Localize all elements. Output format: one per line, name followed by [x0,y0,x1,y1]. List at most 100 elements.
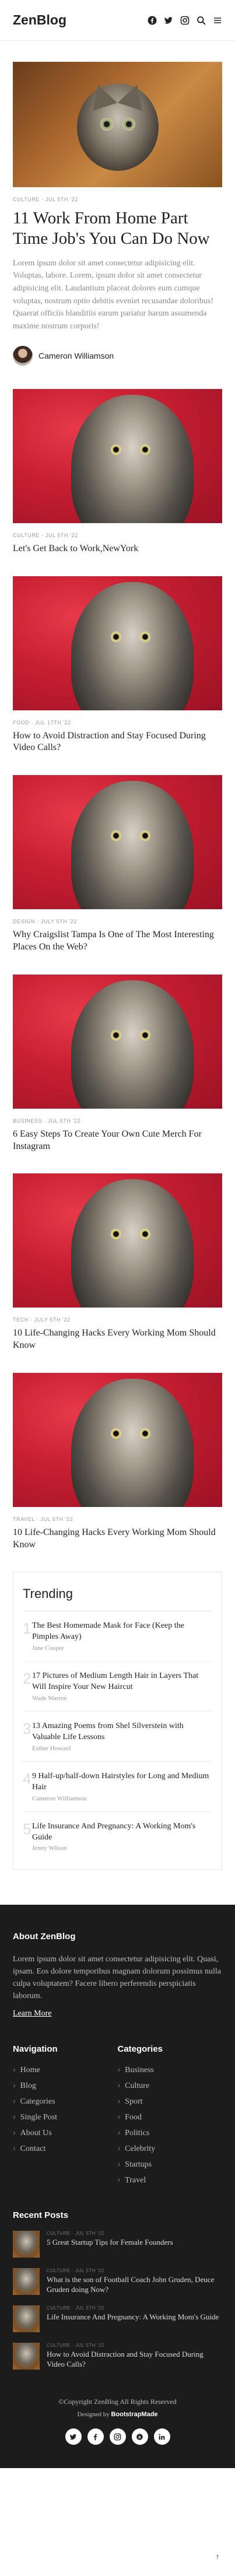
categories-heading: Categories [117,2044,163,2055]
recent-post-title[interactable]: How to Avoid Distraction and Stay Focuse… [47,2350,222,2370]
back-to-top-button[interactable]: ↑ [210,2549,225,2564]
twitter-icon[interactable] [164,16,173,25]
footer-nav-item[interactable]: › Blog [13,2080,118,2091]
cat-eye-left [111,1029,121,1040]
cat-photo [71,980,194,1109]
footer-nav-label: Single Post [20,2113,58,2122]
cat-photo [71,781,194,910]
post-card: FOOD · JUL 17TH '22 How to Avoid Distrac… [0,576,235,755]
post-meta: TRAVEL · JUL 5TH '22 [13,1516,73,1522]
menu-icon[interactable] [213,16,222,25]
recent-post-image[interactable] [13,2305,40,2333]
post-title[interactable]: 6 Easy Steps To Create Your Own Cute Mer… [13,1128,222,1153]
footer-category-item[interactable]: › Celebrity [118,2143,223,2154]
recent-posts-heading: Recent Posts [13,2210,69,2221]
trending-item[interactable]: 5 Life Insurance And Pregnancy: A Workin… [23,1812,212,1862]
trending-item-title[interactable]: 17 Pictures of Medium Length Hair in Lay… [32,1671,212,1693]
footer-socials [13,2428,222,2468]
twitter-icon[interactable] [65,2428,82,2445]
trending-item-author: Wade Warren [32,1695,67,1702]
trending-item-title[interactable]: 13 Amazing Poems from Shel Silverstein w… [32,1721,212,1743]
designed-by-link[interactable]: BootstrapMade [111,2411,157,2418]
post-title[interactable]: Why Craigslist Tampa Is One of The Most … [13,929,222,954]
trending-item[interactable]: 2 17 Pictures of Medium Length Hair in L… [23,1662,212,1712]
footer-category-item[interactable]: › Business [118,2065,223,2075]
recent-post-item[interactable]: CULTURE · JUL 5TH '22 How to Avoid Distr… [13,2343,222,2370]
footer-category-item[interactable]: › Food [118,2112,223,2122]
post-title[interactable]: Let's Get Back to Work,NewYork [13,543,222,555]
trending-item-title[interactable]: The Best Homemade Mask for Face (Keep th… [32,1621,212,1643]
post-title[interactable]: 10 Life-Changing Hacks Every Working Mom… [13,1527,222,1551]
chevron-right-icon: › [13,2143,16,2153]
trending-item-title[interactable]: Life Insurance And Pregnancy: A Working … [32,1821,212,1843]
navigation-column: Navigation › Home › Blog › Categories › Sing… [13,2044,118,2191]
footer-category-item[interactable]: › Sport [118,2096,223,2107]
footer-category-item[interactable]: › Travel [118,2175,223,2185]
post-image[interactable] [13,388,222,523]
search-icon[interactable] [197,16,206,25]
trending-item[interactable]: 1 The Best Homemade Mask for Face (Keep … [23,1611,212,1662]
cat-eye-right [140,1029,150,1040]
post-meta: TECH · JULY 5TH '22 [13,1317,71,1323]
footer-category-label: Celebrity [125,2144,156,2154]
recent-post-title[interactable]: 5 Great Startup Tips for Female Founders [47,2238,173,2248]
footer-nav-label: Blog [20,2081,36,2091]
post-image[interactable] [13,974,222,1109]
footer-category-item[interactable]: › Startups [118,2159,223,2170]
post-image[interactable] [13,1173,222,1308]
copyright: ©Copyright ZenBlog All Rights Reserved [58,2398,177,2406]
navigation-heading: Navigation [13,2044,58,2055]
trending-number: 4 [23,1769,31,1788]
footer-category-item[interactable]: › Culture [118,2080,223,2091]
footer-nav-item[interactable]: › Single Post [13,2112,118,2122]
author-name[interactable]: Cameron Williamson [38,351,114,360]
cat-eye-right [140,444,150,455]
post-title[interactable]: 10 Life-Changing Hacks Every Working Mom… [13,1327,222,1352]
footer-category-label: Startups [125,2160,152,2170]
chevron-right-icon: › [13,2112,16,2122]
recent-post-item[interactable]: CULTURE · JUL 5TH '22 5 Great Startup Ti… [13,2231,222,2258]
recent-post-item[interactable]: CULTURE · JUL 5TH '22 What is the son of… [13,2268,222,2295]
footer-columns: Navigation › Home › Blog › Categories › Sing… [13,2044,222,2191]
footer-nav-item[interactable]: › Home [13,2065,118,2075]
recent-post-image[interactable] [13,2231,40,2258]
post-title[interactable]: How to Avoid Distraction and Stay Focuse… [13,730,222,755]
post-image[interactable] [13,1372,222,1507]
kitten-eye-left [100,118,113,131]
featured-post-title[interactable]: 11 Work From Home Part Time Job's You Ca… [13,208,222,249]
recent-post-image[interactable] [13,2268,40,2295]
footer-nav-label: Home [20,2066,40,2075]
footer-nav-item[interactable]: › About Us [13,2128,118,2138]
site-footer: About ZenBlog Lorem ipsum dolor sit amet… [0,1905,235,2469]
footer-nav-item[interactable]: › Categories [13,2096,118,2107]
footer-nav-item[interactable]: › Contact [13,2143,118,2154]
featured-post-image[interactable] [13,62,222,187]
footer-category-item[interactable]: › Politics [118,2128,223,2138]
chevron-right-icon: › [117,2128,121,2137]
post-list: CULTURE · JUL 5TH '22 Let's Get Back to … [0,388,235,1551]
recent-post-title[interactable]: What is the son of Football Coach John G… [47,2275,222,2295]
recent-post-item[interactable]: CULTURE · JUL 5TH '22 Life Insurance And… [13,2305,222,2333]
recent-post-title[interactable]: Life Insurance And Pregnancy: A Working … [47,2312,219,2322]
trending-item[interactable]: 4 9 Half-up/half-down Hairstyles for Lon… [23,1762,212,1812]
post-image[interactable] [13,576,222,710]
cat-eye-left [111,830,121,842]
chevron-right-icon: › [117,2175,121,2185]
cat-photo [71,581,194,710]
skype-icon[interactable] [131,2428,148,2445]
chevron-right-icon: › [117,2065,121,2074]
recent-post-image[interactable] [13,2343,40,2370]
recent-post-meta: CULTURE · JUL 5TH '22 [47,2343,104,2349]
facebook-icon[interactable] [87,2428,104,2445]
chevron-right-icon: › [117,2112,121,2122]
facebook-icon[interactable] [148,16,157,25]
learn-more-link[interactable]: Learn More [13,2009,51,2018]
site-logo[interactable]: ZenBlog [13,12,66,28]
footer-nav-label: About Us [20,2129,52,2138]
post-image[interactable] [13,775,222,910]
trending-item-title[interactable]: 9 Half-up/half-down Hairstyles for Long … [32,1771,212,1793]
instagram-icon[interactable] [180,16,190,25]
linkedin-icon[interactable] [153,2428,170,2445]
instagram-icon[interactable] [109,2428,126,2445]
trending-item[interactable]: 3 13 Amazing Poems from Shel Silverstein… [23,1712,212,1762]
